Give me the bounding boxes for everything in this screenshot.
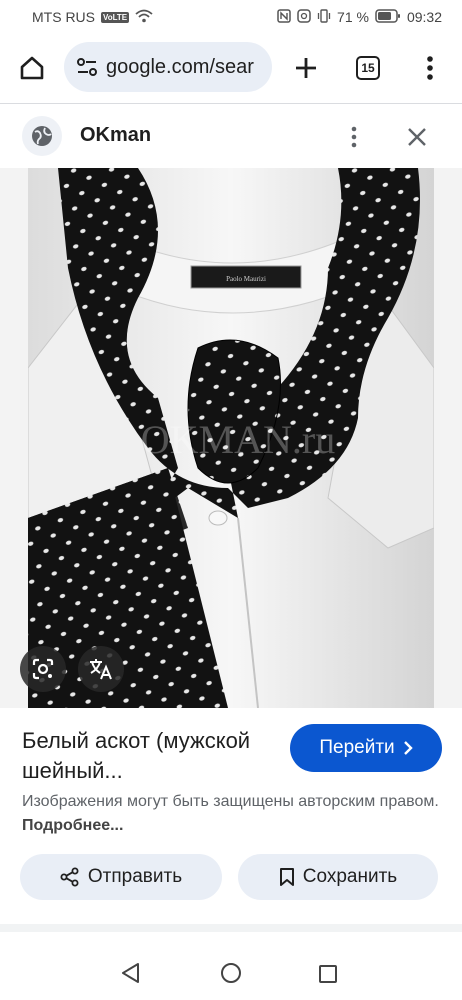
watermark-text: OKMAN.ru	[141, 417, 335, 462]
result-title[interactable]: Белый аскот (мужской шейный...	[22, 726, 272, 786]
visit-button[interactable]: Перейти	[290, 724, 442, 772]
tab-switcher-button[interactable]: 15	[352, 52, 384, 84]
copyright-text: Изображения могут быть защищены авторски…	[22, 793, 439, 810]
volte-badge: VoLTE	[101, 11, 130, 23]
tab-count: 15	[356, 56, 380, 80]
battery-icon	[375, 8, 401, 26]
more-options-button[interactable]	[342, 120, 366, 154]
home-icon	[20, 56, 44, 80]
more-vertical-icon	[427, 56, 433, 80]
browser-menu-button[interactable]	[416, 50, 444, 86]
wifi-icon	[135, 9, 153, 26]
status-left: MTS RUS VoLTE	[32, 9, 153, 26]
system-nav-bar	[0, 944, 462, 1000]
battery-percent: 71 %	[337, 9, 369, 25]
url-bar[interactable]: google.com/sear	[64, 42, 272, 92]
vibrate-icon	[317, 8, 331, 26]
bookmark-icon	[279, 868, 294, 886]
home-button[interactable]	[14, 50, 50, 86]
site-favicon	[22, 116, 62, 156]
share-label: Отправить	[87, 866, 183, 887]
chevron-right-icon	[403, 741, 413, 755]
save-button[interactable]: Сохранить	[238, 854, 438, 900]
status-right: 71 % 09:32	[277, 8, 442, 26]
browser-toolbar: google.com/sear 15	[0, 40, 462, 96]
more-vertical-icon	[351, 126, 357, 148]
back-icon[interactable]	[120, 962, 142, 984]
status-bar: MTS RUS VoLTE 71 % 09:32	[0, 0, 462, 34]
plus-icon	[296, 58, 316, 78]
translate-button[interactable]	[78, 646, 124, 692]
brand-label: Paolo Maurizi	[226, 275, 266, 283]
google-lens-button[interactable]	[20, 646, 66, 692]
share-button[interactable]: Отправить	[20, 854, 222, 900]
carrier-name: MTS RUS	[32, 9, 95, 25]
nfc-icon	[277, 8, 291, 26]
visit-label: Перейти	[319, 737, 395, 758]
recents-icon[interactable]	[318, 964, 338, 984]
save-label: Сохранить	[302, 866, 398, 887]
site-settings-icon[interactable]	[76, 57, 98, 77]
close-button[interactable]	[400, 120, 434, 154]
source-header: OKman	[0, 104, 462, 168]
alarm-icon	[297, 8, 311, 26]
lens-icon	[32, 658, 54, 680]
image-preview: Paolo Maurizi OKMAN.ru	[0, 168, 462, 708]
new-tab-button[interactable]	[288, 50, 324, 86]
site-name[interactable]: OKman	[80, 124, 151, 147]
url-text: google.com/sear	[106, 55, 254, 78]
close-icon	[408, 128, 426, 146]
more-info-link[interactable]: Подробнее...	[22, 817, 123, 834]
product-image[interactable]: Paolo Maurizi OKMAN.ru	[28, 168, 434, 708]
home-circle-icon[interactable]	[220, 962, 242, 984]
bottom-divider	[0, 924, 462, 932]
translate-icon	[90, 659, 112, 680]
clock: 09:32	[406, 9, 442, 25]
share-icon	[60, 867, 79, 887]
globe-icon	[32, 126, 52, 146]
copyright-notice: Изображения могут быть защищены авторски…	[22, 790, 442, 838]
